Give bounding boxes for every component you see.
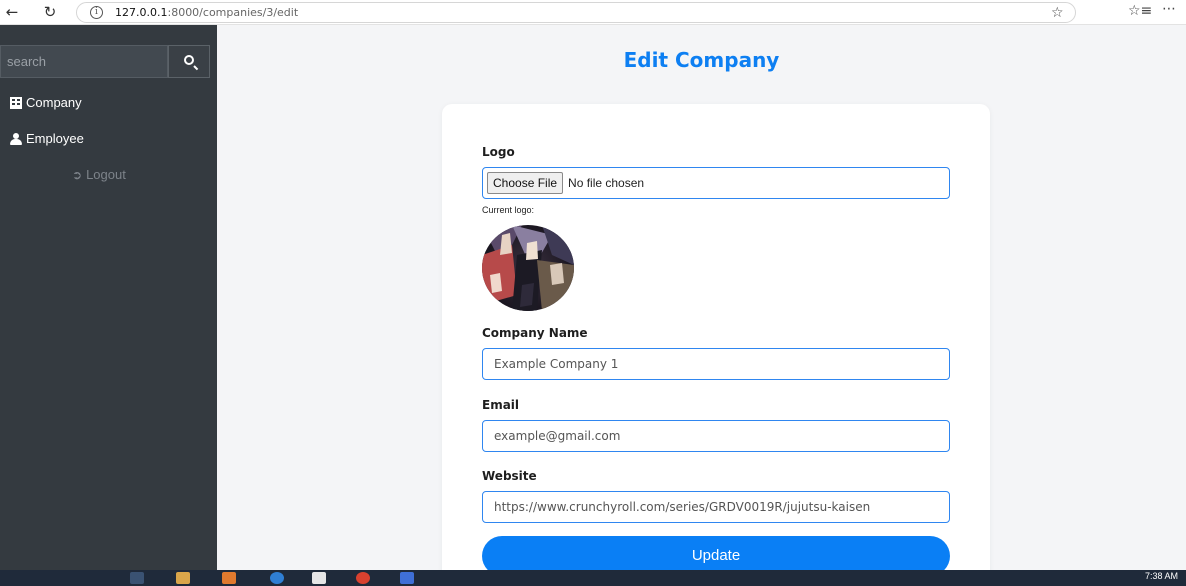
url-host: 127.0.0.1 bbox=[115, 6, 168, 19]
choose-file-button[interactable]: Choose File bbox=[487, 172, 564, 194]
browser-toolbar: ← ↻ i 127.0.0.1:8000/companies/3/edit ☆ … bbox=[0, 0, 1186, 25]
address-bar[interactable]: i 127.0.0.1:8000/companies/3/edit ☆ bbox=[76, 2, 1076, 23]
logo-label: Logo bbox=[482, 145, 515, 159]
company-name-label: Company Name bbox=[482, 326, 588, 340]
email-label: Email bbox=[482, 398, 520, 412]
logout-label: Logout bbox=[86, 167, 126, 182]
website-label: Website bbox=[482, 469, 537, 483]
current-logo-label: Current logo: bbox=[482, 205, 535, 215]
current-logo-image bbox=[482, 225, 574, 311]
taskbar-app-icon[interactable] bbox=[222, 572, 236, 584]
favorites-list-icon[interactable]: ☆≡ bbox=[1128, 3, 1152, 19]
email-input[interactable]: example@gmail.com bbox=[482, 420, 950, 452]
browser-icon[interactable] bbox=[270, 572, 284, 584]
sidebar-item-label: Company bbox=[26, 95, 82, 110]
website-input[interactable]: https://www.crunchyroll.com/series/GRDV0… bbox=[482, 491, 950, 523]
sign-out-icon: ➲ bbox=[72, 168, 83, 182]
building-icon bbox=[10, 96, 22, 109]
folder-icon[interactable] bbox=[176, 572, 190, 584]
file-status-text: No file chosen bbox=[568, 176, 645, 190]
page-title: Edit Company bbox=[623, 48, 780, 72]
taskbar-app-icon[interactable] bbox=[356, 572, 370, 584]
taskbar-app-icon[interactable] bbox=[130, 572, 144, 584]
logo-file-input[interactable]: Choose File No file chosen bbox=[482, 167, 950, 199]
search-icon bbox=[184, 55, 194, 65]
os-taskbar: 7:38 AM bbox=[0, 570, 1186, 586]
info-icon[interactable]: i bbox=[90, 6, 103, 19]
url-text: 127.0.0.1:8000/companies/3/edit bbox=[115, 6, 298, 19]
sidebar-item-label: Employee bbox=[26, 131, 84, 146]
more-menu-icon[interactable]: ⋯ bbox=[1162, 1, 1176, 17]
company-name-input[interactable]: Example Company 1 bbox=[482, 348, 950, 380]
users-icon bbox=[10, 132, 22, 145]
sidebar-item-company[interactable]: Company bbox=[10, 95, 82, 110]
sidebar-item-employee[interactable]: Employee bbox=[10, 131, 84, 146]
search-input[interactable]: search bbox=[0, 45, 168, 78]
url-path: :8000/companies/3/edit bbox=[167, 6, 299, 19]
refresh-icon[interactable]: ↻ bbox=[40, 2, 60, 22]
logo-artwork bbox=[482, 225, 574, 311]
edit-company-form: Logo Choose File No file chosen Current … bbox=[442, 104, 990, 584]
document-icon[interactable] bbox=[312, 572, 326, 584]
back-arrow-icon[interactable]: ← bbox=[2, 2, 22, 22]
favorite-star-icon[interactable]: ☆ bbox=[1051, 5, 1064, 21]
sidebar: search Company Employee ➲ Logout bbox=[0, 25, 217, 570]
taskbar-app-icon[interactable] bbox=[400, 572, 414, 584]
logout-link[interactable]: ➲ Logout bbox=[72, 167, 126, 182]
search-button[interactable] bbox=[168, 45, 210, 78]
clock-time: 7:38 AM bbox=[1144, 571, 1178, 581]
